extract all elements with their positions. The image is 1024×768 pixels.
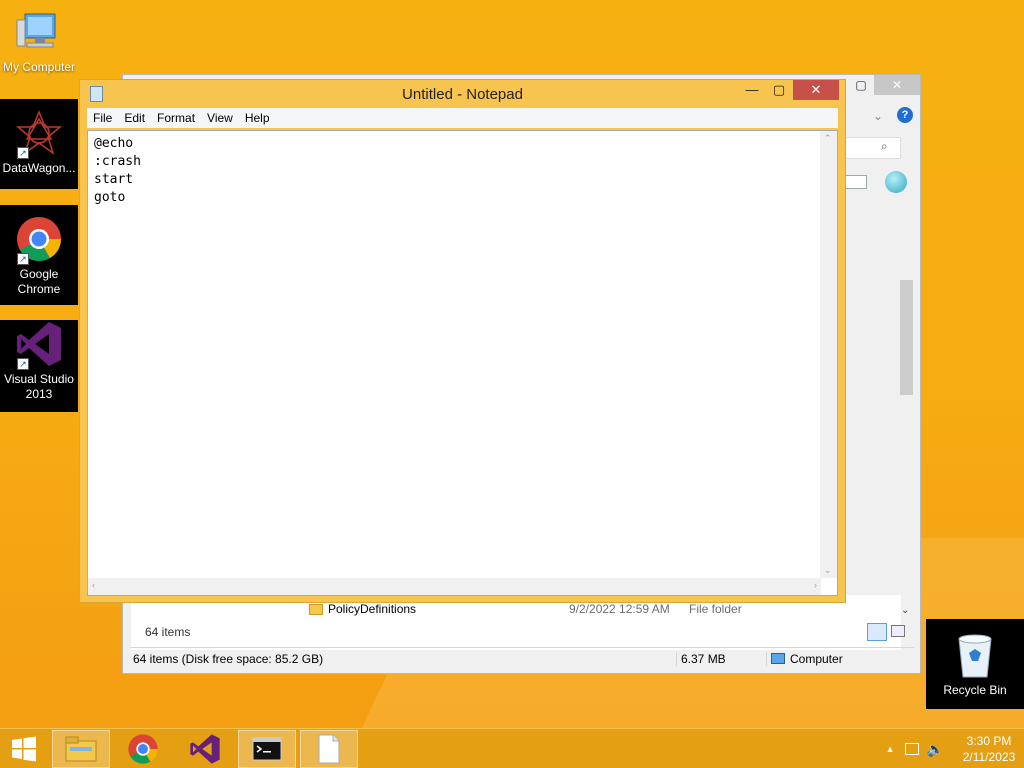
close-button[interactable]: ✕ bbox=[793, 80, 839, 100]
help-icon[interactable]: ? bbox=[897, 107, 913, 123]
status-size: 6.37 MB bbox=[676, 651, 766, 666]
chrome-icon: ↗ bbox=[15, 215, 63, 265]
desktop-icon-datawagon[interactable]: ↗ DataWagon... bbox=[0, 99, 78, 189]
scroll-left-arrow[interactable]: ‹ bbox=[92, 580, 95, 590]
explorer-vertical-scrollbar[interactable] bbox=[898, 195, 915, 620]
taskbar-visual-studio[interactable] bbox=[176, 730, 234, 768]
desktop-icon-label: Google Chrome bbox=[17, 267, 61, 296]
taskbar-google-chrome[interactable] bbox=[114, 730, 172, 768]
desktop-icon-my-computer[interactable]: My Computer bbox=[0, 8, 78, 75]
view-options-icon[interactable] bbox=[845, 175, 867, 189]
shortcut-arrow-icon: ↗ bbox=[17, 147, 29, 159]
file-row-policydefinitions[interactable]: PolicyDefinitions bbox=[309, 602, 416, 616]
command-prompt-icon bbox=[252, 737, 282, 761]
scroll-down-arrow[interactable]: ⌄ bbox=[901, 605, 909, 616]
shortcut-arrow-icon: ↗ bbox=[17, 253, 29, 265]
desktop-icon-google-chrome[interactable]: ↗ Google Chrome bbox=[0, 205, 78, 305]
menu-edit[interactable]: Edit bbox=[118, 111, 151, 125]
file-explorer-icon bbox=[65, 736, 97, 762]
chevron-down-icon[interactable]: ⌄ bbox=[873, 109, 883, 123]
computer-icon bbox=[771, 653, 785, 664]
desktop-icon-recycle-bin[interactable]: Recycle Bin bbox=[926, 619, 1024, 709]
file-type: File folder bbox=[689, 602, 742, 616]
explorer-search-input[interactable] bbox=[845, 137, 901, 159]
desktop-icon-label: DataWagon... bbox=[2, 161, 76, 175]
desktop-icon-label: My Computer bbox=[2, 60, 76, 74]
details-view-icon[interactable] bbox=[867, 623, 887, 641]
notepad-title: Untitled - Notepad bbox=[402, 86, 523, 103]
datawagon-logo-icon: ↗ bbox=[15, 109, 63, 159]
menu-file[interactable]: File bbox=[87, 111, 118, 125]
large-icons-view-icon[interactable] bbox=[891, 625, 905, 637]
show-hidden-icons-arrow[interactable]: ▲ bbox=[886, 744, 895, 754]
notepad-horizontal-scrollbar[interactable]: ‹ › bbox=[88, 578, 821, 595]
computer-icon bbox=[15, 8, 63, 56]
start-button[interactable] bbox=[0, 730, 48, 768]
explorer-title-buttons: ▢ ✕ bbox=[848, 75, 920, 95]
folder-icon bbox=[309, 603, 323, 615]
clock-time: 3:30 PM bbox=[966, 734, 1012, 748]
file-date: 9/2/2022 12:59 AM bbox=[569, 602, 670, 616]
explorer-file-list: PolicyDefinitions 9/2/2022 12:59 AM File… bbox=[131, 595, 905, 650]
status-location-label: Computer bbox=[790, 651, 843, 666]
recycle-bin-label: Recycle Bin bbox=[943, 683, 1007, 697]
explorer-scrollbar-thumb[interactable] bbox=[900, 280, 913, 395]
desktop-icon-visual-studio[interactable]: ↗ Visual Studio 2013 bbox=[0, 320, 78, 412]
recycle-bin-icon bbox=[955, 631, 995, 679]
globe-icon bbox=[885, 171, 907, 193]
explorer-status-bar: 64 items (Disk free space: 85.2 GB) 6.37… bbox=[131, 647, 914, 669]
notepad-content[interactable]: @echo :crash start goto bbox=[94, 135, 141, 207]
maximize-button[interactable]: ▢ bbox=[766, 80, 792, 100]
notepad-window[interactable]: Untitled - Notepad — ▢ ✕ File Edit Forma… bbox=[79, 79, 846, 603]
file-name: PolicyDefinitions bbox=[328, 602, 417, 616]
taskbar: ▲ 🔈 3:30 PM 2/11/2023 bbox=[0, 728, 1024, 768]
status-location: Computer bbox=[766, 651, 843, 666]
notepad-document-icon bbox=[318, 734, 340, 764]
clock-date: 2/11/2023 bbox=[962, 750, 1016, 764]
taskbar-notepad[interactable] bbox=[300, 730, 358, 768]
search-icon: ⌕ bbox=[881, 139, 888, 153]
windows-logo-icon bbox=[12, 736, 36, 762]
minimize-button[interactable]: — bbox=[739, 80, 765, 100]
item-count: 64 items bbox=[145, 625, 191, 639]
menu-help[interactable]: Help bbox=[239, 111, 276, 125]
visual-studio-icon: ↗ bbox=[15, 320, 63, 370]
notepad-text-area[interactable]: @echo :crash start goto ⌃ ⌄ ‹ › bbox=[87, 130, 838, 596]
scroll-up-arrow[interactable]: ⌃ bbox=[824, 133, 832, 144]
notepad-vertical-scrollbar[interactable]: ⌃ ⌄ bbox=[820, 131, 837, 578]
system-tray: ▲ 🔈 3:30 PM 2/11/2023 bbox=[886, 729, 1024, 768]
explorer-maximize-button[interactable]: ▢ bbox=[848, 75, 874, 95]
desktop-icon-label: Visual Studio 2013 bbox=[4, 372, 74, 401]
chrome-icon bbox=[128, 734, 158, 764]
menu-view[interactable]: View bbox=[201, 111, 239, 125]
scroll-right-arrow[interactable]: › bbox=[814, 580, 817, 590]
menu-format[interactable]: Format bbox=[151, 111, 201, 125]
network-icon[interactable] bbox=[904, 743, 919, 755]
taskbar-file-explorer[interactable] bbox=[52, 730, 110, 768]
scroll-down-arrow[interactable]: ⌄ bbox=[824, 565, 832, 576]
notepad-menu-bar: File Edit Format View Help bbox=[87, 108, 838, 128]
taskbar-clock[interactable]: 3:30 PM 2/11/2023 bbox=[954, 733, 1024, 765]
volume-icon[interactable]: 🔈 bbox=[927, 741, 944, 758]
visual-studio-icon bbox=[190, 734, 220, 764]
status-disk-space: 64 items (Disk free space: 85.2 GB) bbox=[133, 651, 324, 666]
shortcut-arrow-icon: ↗ bbox=[17, 358, 29, 370]
taskbar-command-prompt[interactable] bbox=[238, 730, 296, 768]
explorer-close-button[interactable]: ✕ bbox=[874, 75, 920, 95]
notepad-title-bar[interactable]: Untitled - Notepad — ▢ ✕ bbox=[80, 80, 845, 108]
